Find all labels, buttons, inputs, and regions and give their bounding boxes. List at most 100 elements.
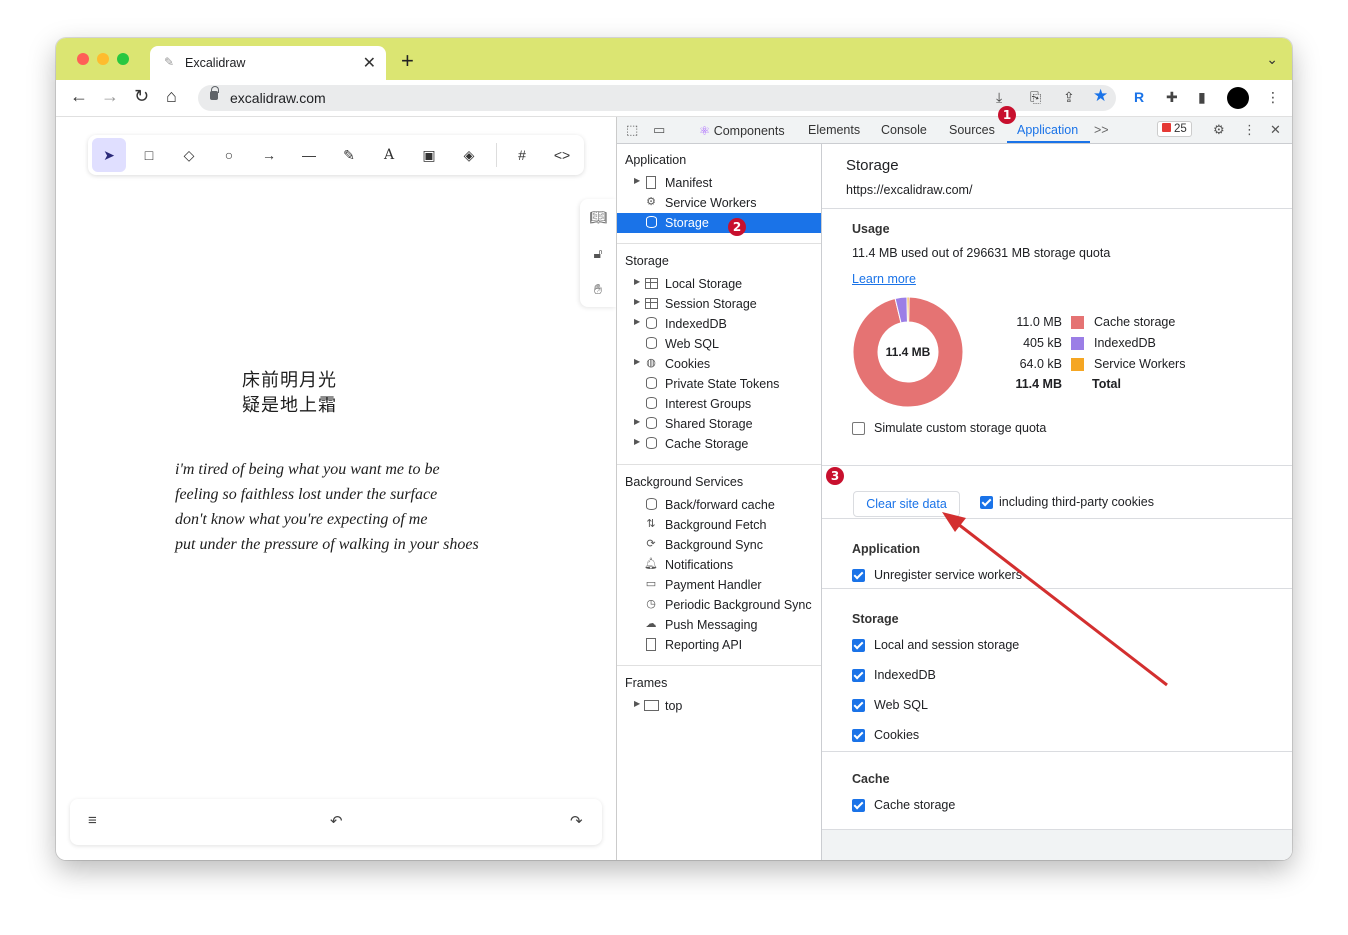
sidebar-item-push-messaging[interactable]: ☁ Push Messaging xyxy=(617,615,821,635)
profile-avatar[interactable] xyxy=(1227,87,1249,109)
text-tool-icon[interactable]: A xyxy=(372,138,406,172)
tab-console[interactable]: Console xyxy=(881,123,927,137)
tab-application[interactable]: Application xyxy=(1017,123,1078,137)
sidebar-item-interest-groups[interactable]: Interest Groups xyxy=(617,394,821,414)
ellipse-tool-icon[interactable]: ○ xyxy=(212,138,246,172)
unregister-sw-label[interactable]: Unregister service workers xyxy=(874,568,1022,582)
cookies-label[interactable]: Cookies xyxy=(874,728,919,742)
devtools-menu-icon[interactable]: ⋮ xyxy=(1243,122,1256,138)
line-tool-icon[interactable]: — xyxy=(292,138,326,172)
expand-arrow-icon[interactable]: ▶ xyxy=(634,699,640,708)
tab-components[interactable]: ⚛ Components xyxy=(699,123,785,138)
sidebar-item-reporting-api[interactable]: Reporting API xyxy=(617,635,821,655)
local-session-storage-label[interactable]: Local and session storage xyxy=(874,638,1019,652)
diamond-tool-icon[interactable]: ◇ xyxy=(172,138,206,172)
excalidraw-canvas[interactable]: ➤ □ ◇ ○ → — ✎ A ▣ ◈ # <> 📖︎ 🔓︎ ✋︎ 床前明月光 … xyxy=(56,117,616,860)
local-session-storage-checkbox[interactable] xyxy=(852,639,865,652)
simulate-quota-checkbox[interactable] xyxy=(852,422,865,435)
home-icon[interactable]: ⌂ xyxy=(166,86,177,107)
cache-storage-checkbox[interactable] xyxy=(852,799,865,812)
extensions-puzzle-icon[interactable]: ✚ xyxy=(1166,89,1178,106)
back-arrow-icon[interactable]: ← xyxy=(70,86,88,107)
forward-arrow-icon[interactable]: → xyxy=(101,86,119,107)
sidebar-item-cookies[interactable]: ▶ ◍ Cookies xyxy=(617,354,821,374)
send-to-device-icon[interactable]: ⎘ xyxy=(1030,89,1041,106)
close-window-button[interactable] xyxy=(77,53,89,65)
sidebar-item-private-state-tokens[interactable]: Private State Tokens xyxy=(617,374,821,394)
web-sql-label[interactable]: Web SQL xyxy=(874,698,928,712)
hamburger-menu-icon[interactable]: ≡ xyxy=(88,812,97,829)
expand-arrow-icon[interactable]: ▶ xyxy=(634,357,640,366)
error-counter[interactable]: 25 xyxy=(1157,121,1192,137)
indexeddb-label[interactable]: IndexedDB xyxy=(874,668,936,682)
expand-arrow-icon[interactable]: ▶ xyxy=(634,297,640,306)
canvas-text-lyrics-line-2[interactable]: feeling so faithless lost under the surf… xyxy=(175,486,437,504)
close-devtools-icon[interactable]: ✕ xyxy=(1270,122,1281,138)
extension-r-icon[interactable]: R xyxy=(1134,89,1144,105)
sidebar-item-service-workers[interactable]: ⚙ Service Workers xyxy=(617,193,821,213)
sidebar-item-indexeddb[interactable]: ▶ IndexedDB xyxy=(617,314,821,334)
sidebar-item-background-sync[interactable]: ⟳ Background Sync xyxy=(617,535,821,555)
third-party-cookies-label[interactable]: including third-party cookies xyxy=(999,495,1154,509)
embed-tool-icon[interactable]: <> xyxy=(545,138,579,172)
unregister-sw-checkbox[interactable] xyxy=(852,569,865,582)
close-tab-icon[interactable]: ✕ xyxy=(363,53,376,73)
canvas-text-lyrics-line-3[interactable]: don't know what you're expecting of me xyxy=(175,511,427,529)
sidebar-item-manifest[interactable]: ▶ Manifest xyxy=(617,173,821,193)
chrome-menu-icon[interactable]: ⋮ xyxy=(1266,89,1280,106)
canvas-text-cn-line-1[interactable]: 床前明月光 xyxy=(242,366,337,392)
maximize-window-button[interactable] xyxy=(117,53,129,65)
simulate-quota-label[interactable]: Simulate custom storage quota xyxy=(874,421,1046,435)
sidebar-item-bfcache[interactable]: Back/forward cache xyxy=(617,495,821,515)
expand-arrow-icon[interactable]: ▶ xyxy=(634,277,640,286)
eraser-tool-icon[interactable]: ◈ xyxy=(452,138,486,172)
lock-toggle-icon[interactable]: 🔓︎ xyxy=(580,235,616,271)
rectangle-tool-icon[interactable]: □ xyxy=(132,138,166,172)
canvas-text-cn-line-2[interactable]: 疑是地上霜 xyxy=(242,391,337,417)
expand-arrow-icon[interactable]: ▶ xyxy=(634,176,640,185)
library-book-icon[interactable]: 📖︎ xyxy=(580,199,616,235)
sidebar-item-background-fetch[interactable]: ⇅ Background Fetch xyxy=(617,515,821,535)
share-icon[interactable]: ⇪ xyxy=(1063,89,1075,106)
canvas-text-lyrics-line-4[interactable]: put under the pressure of walking in you… xyxy=(175,536,479,554)
tab-search-chevron-icon[interactable]: ⌄ xyxy=(1266,51,1278,68)
image-tool-icon[interactable]: ▣ xyxy=(412,138,446,172)
expand-arrow-icon[interactable]: ▶ xyxy=(634,417,640,426)
more-tabs-chevron-icon[interactable]: >> xyxy=(1094,123,1109,137)
third-party-cookies-checkbox[interactable] xyxy=(980,496,993,509)
clear-site-data-button[interactable]: Clear site data xyxy=(853,491,960,517)
url-text[interactable]: excalidraw.com xyxy=(230,90,326,106)
undo-icon[interactable]: ↶ xyxy=(330,812,343,830)
sidebar-item-session-storage[interactable]: ▶ Session Storage xyxy=(617,294,821,314)
cookies-checkbox[interactable] xyxy=(852,729,865,742)
sidebar-item-shared-storage[interactable]: ▶ Shared Storage xyxy=(617,414,821,434)
browser-tab[interactable]: ✎ Excalidraw ✕ xyxy=(150,46,386,80)
frame-tool-icon[interactable]: # xyxy=(505,138,539,172)
web-sql-checkbox[interactable] xyxy=(852,699,865,712)
tab-sources[interactable]: Sources xyxy=(949,123,995,137)
sidebar-item-payment-handler[interactable]: ▭ Payment Handler xyxy=(617,575,821,595)
install-app-icon[interactable]: ⤓ xyxy=(996,89,1002,106)
tab-elements[interactable]: Elements xyxy=(808,123,860,137)
sidebar-item-storage-selected[interactable]: Storage xyxy=(617,213,821,233)
expand-arrow-icon[interactable]: ▶ xyxy=(634,317,640,326)
pencil-tool-icon[interactable]: ✎ xyxy=(332,138,366,172)
arrow-tool-icon[interactable]: → xyxy=(252,138,286,172)
sidebar-item-web-sql[interactable]: Web SQL xyxy=(617,334,821,354)
canvas-text-lyrics-line-1[interactable]: i'm tired of being what you want me to b… xyxy=(175,461,440,479)
address-bar[interactable]: excalidraw.com xyxy=(198,85,1116,111)
sidebar-item-local-storage[interactable]: ▶ Local Storage xyxy=(617,274,821,294)
hand-tool-icon[interactable]: ✋︎ xyxy=(580,271,616,307)
settings-gear-icon[interactable]: ⚙ xyxy=(1213,122,1225,138)
learn-more-link[interactable]: Learn more xyxy=(852,272,916,286)
reload-icon[interactable]: ↻ xyxy=(134,86,149,107)
new-tab-button[interactable]: + xyxy=(401,48,414,74)
side-panel-icon[interactable]: ▮ xyxy=(1198,89,1206,106)
sidebar-item-periodic-background-sync[interactable]: ◷ Periodic Background Sync xyxy=(617,595,821,615)
expand-arrow-icon[interactable]: ▶ xyxy=(634,437,640,446)
sidebar-item-notifications[interactable]: 🔔︎ Notifications xyxy=(617,555,821,575)
redo-icon[interactable]: ↷ xyxy=(570,812,583,830)
minimize-window-button[interactable] xyxy=(97,53,109,65)
device-toolbar-icon[interactable]: ▭ xyxy=(653,122,665,138)
indexeddb-checkbox[interactable] xyxy=(852,669,865,682)
